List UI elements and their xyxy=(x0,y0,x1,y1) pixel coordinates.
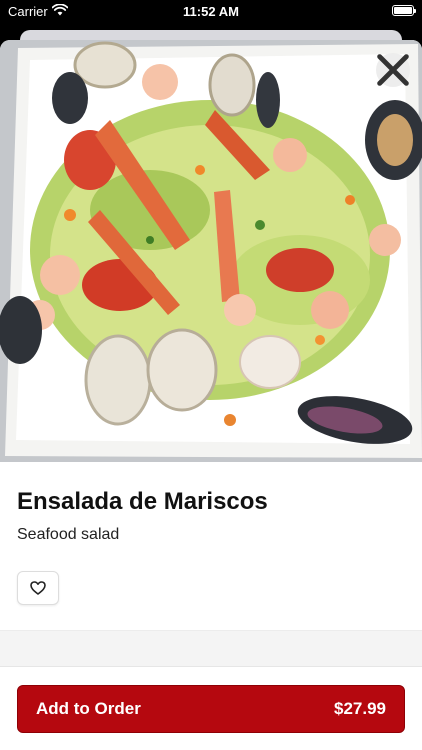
favorite-button[interactable] xyxy=(17,571,59,605)
section-divider xyxy=(0,630,422,666)
add-to-order-label: Add to Order xyxy=(36,699,141,718)
seafood-salad-image xyxy=(0,40,422,462)
item-detail-sheet: Ensalada de Mariscos Seafood salad Add t… xyxy=(0,40,422,750)
item-price: $27.99 xyxy=(334,699,386,718)
heart-icon xyxy=(30,581,46,595)
item-photo xyxy=(0,40,422,462)
item-description: Seafood salad xyxy=(17,526,120,543)
status-bar: Carrier 11:52 AM xyxy=(0,0,422,26)
battery-icon xyxy=(392,5,416,16)
order-footer: Add to Order $27.99 xyxy=(0,666,422,750)
close-icon xyxy=(377,54,409,86)
item-title: Ensalada de Mariscos xyxy=(17,488,268,515)
close-button[interactable] xyxy=(376,53,410,87)
clock: 11:52 AM xyxy=(183,4,239,19)
add-to-order-button[interactable]: Add to Order $27.99 xyxy=(17,685,405,733)
